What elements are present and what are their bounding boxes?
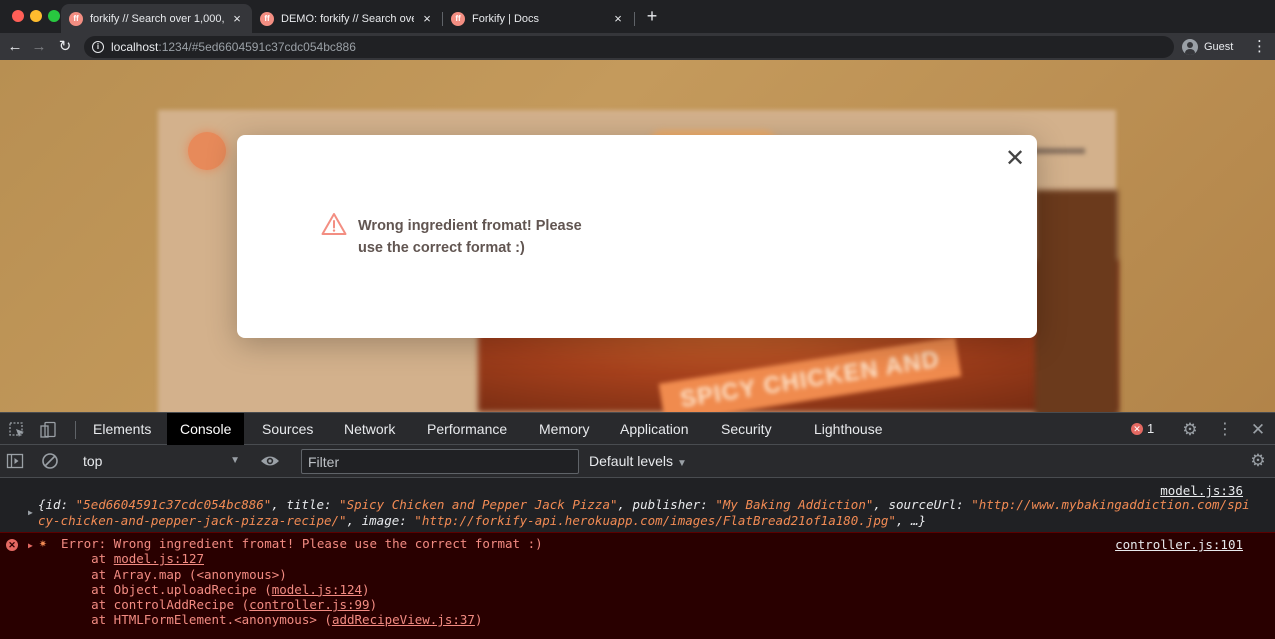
info-icon[interactable]: i xyxy=(92,41,104,53)
devtools-tab-bar: Elements Console Sources Network Perform… xyxy=(0,412,1275,445)
context-value: top xyxy=(83,453,103,469)
browser-tab-forkify[interactable]: ff forkify // Search over 1,000,000 × xyxy=(61,4,252,33)
error-source-link[interactable]: controller.js:101 xyxy=(1115,537,1243,552)
blurred-recipe-image-edge xyxy=(1035,190,1118,412)
dropdown-caret-icon: ▼ xyxy=(230,455,240,466)
stack-frame: at Object.uploadRecipe (model.js:124) xyxy=(61,581,370,597)
address-bar[interactable]: i localhost:1234/#5ed6604591c37cdc054bc8… xyxy=(84,36,1174,58)
tab-console[interactable]: Console xyxy=(167,413,245,445)
window-minimize-button[interactable] xyxy=(30,10,42,22)
stack-frame-link[interactable]: controller.js:99 xyxy=(249,597,369,612)
tab-close-icon[interactable]: × xyxy=(420,11,434,26)
forkify-favicon-icon: ff xyxy=(451,11,465,26)
device-toolbar-icon[interactable] xyxy=(39,421,57,439)
error-message: Wrong ingredient fromat! Please use the … xyxy=(358,215,588,259)
error-message-line: Error: Wrong ingredient fromat! Please u… xyxy=(61,536,543,551)
error-stack: Error: Wrong ingredient fromat! Please u… xyxy=(61,536,543,628)
log-levels-dropdown[interactable]: Default levels ▼ xyxy=(589,451,687,471)
tab-network[interactable]: Network xyxy=(331,413,408,445)
url-host: localhost xyxy=(111,40,159,54)
stack-frame-link[interactable]: model.js:127 xyxy=(114,551,204,566)
expand-triangle-icon[interactable]: ▶ xyxy=(28,508,33,517)
tab-lighthouse[interactable]: Lighthouse xyxy=(801,413,896,445)
blurred-logo xyxy=(188,132,226,170)
tab-performance[interactable]: Performance xyxy=(414,413,520,445)
kebab-menu-icon[interactable]: ⋮ xyxy=(1216,421,1234,439)
back-arrow-icon[interactable]: ← xyxy=(5,37,25,57)
context-select[interactable]: top ▼ xyxy=(76,451,246,471)
expand-triangle-icon[interactable]: ▶ xyxy=(28,541,33,550)
page-viewport: SPICY CHICKEN AND ✕ Wrong ingredient fro… xyxy=(0,60,1275,412)
browser-tab-strip: ff forkify // Search over 1,000,000 × ff… xyxy=(0,0,1275,33)
settings-gear-icon[interactable]: ⚙ xyxy=(1181,421,1199,439)
reload-icon[interactable]: ↻ xyxy=(55,37,75,57)
browser-tab-demo[interactable]: ff DEMO: forkify // Search over 1,0 × xyxy=(252,4,442,33)
clear-console-icon[interactable] xyxy=(41,452,59,470)
tab-elements[interactable]: Elements xyxy=(80,413,164,445)
new-tab-button[interactable]: + xyxy=(642,6,662,26)
tab-title: DEMO: forkify // Search over 1,0 xyxy=(281,12,414,25)
stack-frame-link[interactable]: model.js:124 xyxy=(272,582,362,597)
show-sidebar-icon[interactable] xyxy=(6,452,24,470)
window-close-button[interactable] xyxy=(12,10,24,22)
console-output: model.js:36 ▶ {id: "5ed6604591c37cdc054b… xyxy=(0,478,1275,639)
browser-tab-docs[interactable]: ff Forkify | Docs × xyxy=(443,4,633,33)
blurred-nav xyxy=(1030,148,1085,154)
log-source-link[interactable]: model.js:36 xyxy=(1160,483,1243,498)
error-count-badge[interactable]: ✕ 1 xyxy=(1131,421,1154,436)
url-path: :1234/#5ed6604591c37cdc054bc886 xyxy=(158,40,356,54)
warning-icon xyxy=(321,213,347,235)
browser-toolbar: ← → ↻ i localhost:1234/#5ed6604591c37cdc… xyxy=(0,33,1275,60)
stack-frame: at controlAddRecipe (controller.js:99) xyxy=(61,597,378,613)
tab-sources[interactable]: Sources xyxy=(249,413,326,445)
tab-title: Forkify | Docs xyxy=(472,12,540,25)
kebab-menu-icon[interactable]: ⋮ xyxy=(1252,37,1267,57)
console-error-row: ✕ ▶ ✷ controller.js:101 Error: Wrong ing… xyxy=(0,532,1275,639)
tab-application[interactable]: Application xyxy=(607,413,702,445)
tab-close-icon[interactable]: × xyxy=(230,11,244,26)
console-filter-bar: top ▼ Default levels▼ ⚙ xyxy=(0,445,1275,478)
tab-memory[interactable]: Memory xyxy=(526,413,603,445)
tab-title: forkify // Search over 1,000,000 xyxy=(90,12,224,25)
tab-separator xyxy=(634,12,635,26)
levels-label: Default levels xyxy=(589,453,674,469)
dropdown-caret-icon: ▼ xyxy=(677,458,687,469)
profile-button[interactable]: Guest xyxy=(1182,37,1233,57)
console-log-row: model.js:36 ▶ {id: "5ed6604591c37cdc054b… xyxy=(0,478,1275,532)
profile-label: Guest xyxy=(1204,41,1234,53)
error-icon: ✕ xyxy=(6,539,18,551)
exception-icon: ✷ xyxy=(39,536,47,551)
stack-frame: at Array.map (<anonymous>) xyxy=(61,566,287,582)
error-icon: ✕ xyxy=(1131,422,1143,435)
close-devtools-icon[interactable]: ✕ xyxy=(1249,421,1267,439)
forkify-favicon-icon: ff xyxy=(260,11,274,26)
close-modal-button[interactable]: ✕ xyxy=(1003,147,1027,171)
stack-frame: at HTMLFormElement.<anonymous> (addRecip… xyxy=(61,612,483,628)
tab-close-icon[interactable]: × xyxy=(611,11,625,26)
stack-frame: at model.js:127 xyxy=(61,551,204,567)
filter-input[interactable] xyxy=(301,449,579,474)
window-zoom-button[interactable] xyxy=(48,10,60,22)
error-message-line: use the correct format :) xyxy=(358,240,525,256)
console-settings-gear-icon[interactable]: ⚙ xyxy=(1249,452,1267,470)
toolbar-divider xyxy=(75,421,76,439)
logged-object[interactable]: {id: "5ed6604591c37cdc054bc886", title: … xyxy=(38,497,1250,528)
stack-frame-link[interactable]: addRecipeView.js:37 xyxy=(332,612,475,627)
live-expression-eye-icon[interactable] xyxy=(260,452,279,470)
tab-security[interactable]: Security xyxy=(708,413,785,445)
forward-arrow-icon[interactable]: → xyxy=(29,37,49,57)
error-message-line: Wrong ingredient fromat! Please xyxy=(358,218,582,234)
error-count: 1 xyxy=(1147,421,1155,436)
inspect-element-icon[interactable] xyxy=(8,421,26,439)
forkify-favicon-icon: ff xyxy=(69,11,83,26)
avatar-icon xyxy=(1182,39,1198,55)
error-modal: ✕ Wrong ingredient fromat! Please use th… xyxy=(237,135,1037,338)
url-text[interactable]: localhost:1234/#5ed6604591c37cdc054bc886 xyxy=(111,40,356,54)
